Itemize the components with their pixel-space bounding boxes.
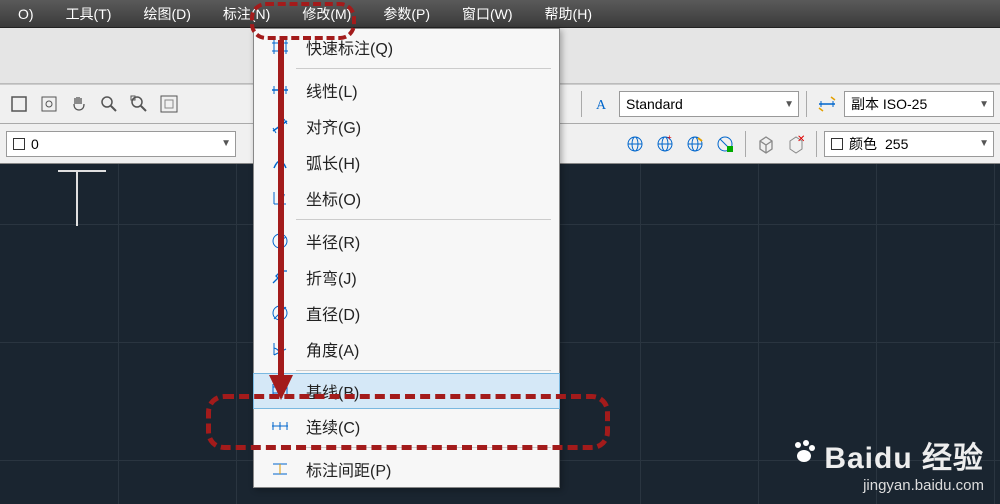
globe-icon-1[interactable] (622, 131, 648, 157)
zoom-icon[interactable] (96, 91, 122, 117)
linear-dim-icon (264, 80, 296, 100)
svg-text:A: A (596, 98, 607, 113)
arc-length-icon (264, 152, 296, 172)
menu-aligned[interactable]: 对齐(G) (254, 108, 559, 144)
menu-angular[interactable]: 角度(A) (254, 331, 559, 367)
menu-item-label: 折弯(J) (296, 265, 549, 289)
baseline-dim-icon (264, 381, 296, 401)
menu-item-label: 半径(R) (296, 229, 549, 253)
menu-continue[interactable]: 连续(C) (254, 408, 559, 444)
chevron-down-icon: ▼ (979, 138, 989, 149)
globe-icon-3[interactable] (682, 131, 708, 157)
menu-parametric[interactable]: 参数(P) (367, 0, 446, 28)
dim-space-icon (264, 459, 296, 479)
color-swatch (831, 138, 843, 150)
radius-dim-icon (264, 231, 296, 251)
chevron-down-icon: ▼ (979, 99, 989, 110)
diameter-dim-icon (264, 303, 296, 323)
menu-o-fragment[interactable]: O) (2, 2, 50, 26)
menu-item-label: 快速标注(Q) (296, 35, 549, 59)
color-value: 255 (885, 136, 908, 152)
menu-item-label: 直径(D) (296, 301, 549, 325)
tool-icon-2[interactable] (36, 91, 62, 117)
menu-item-label: 连续(C) (296, 414, 549, 438)
layer-name: 0 (31, 136, 39, 152)
menu-tools[interactable]: 工具(T) (50, 0, 128, 28)
color-dropdown[interactable]: 颜色 255 ▼ (824, 131, 994, 157)
menu-quick-dimension[interactable]: 快速标注(Q) (254, 29, 559, 65)
svg-text:xy: xy (278, 193, 286, 200)
cube-x-icon[interactable]: ✕ (783, 131, 809, 157)
menu-radius[interactable]: 半径(R) (254, 223, 559, 259)
menu-baseline[interactable]: 基线(B) (253, 373, 560, 409)
menu-item-label: 角度(A) (296, 337, 549, 361)
menu-window[interactable]: 窗口(W) (446, 0, 529, 28)
menu-item-label: 弧长(H) (296, 150, 549, 174)
drawn-dimension-mark (58, 170, 106, 226)
tool-icon-1[interactable] (6, 91, 32, 117)
jogged-dim-icon (264, 267, 296, 287)
menu-separator (296, 447, 551, 448)
continue-dim-icon (264, 416, 296, 436)
tool-icon-6[interactable] (156, 91, 182, 117)
globe-icon-2[interactable]: + (652, 131, 678, 157)
layer-dropdown[interactable]: 0 ▼ (6, 131, 236, 157)
menu-modify[interactable]: 修改(M) (286, 0, 367, 28)
menu-separator (296, 219, 551, 220)
layer-color-swatch (13, 138, 25, 150)
color-label: 颜色 (849, 134, 877, 154)
menu-jogged[interactable]: 折弯(J) (254, 259, 559, 295)
dim-style-dropdown[interactable]: 副本 ISO-25 ▼ (844, 91, 994, 117)
menu-separator (296, 370, 551, 371)
menu-dimension[interactable]: 标注(N) (207, 0, 286, 28)
angular-dim-icon (264, 339, 296, 359)
menu-diameter[interactable]: 直径(D) (254, 295, 559, 331)
text-style-icon[interactable]: A (589, 91, 615, 117)
svg-text:+: + (667, 134, 672, 142)
menu-arc-length[interactable]: 弧长(H) (254, 144, 559, 180)
zoom-extents-icon[interactable] (126, 91, 152, 117)
menu-item-label: 基线(B) (296, 379, 549, 403)
menu-item-label: 坐标(O) (296, 186, 549, 210)
menu-linear[interactable]: 线性(L) (254, 72, 559, 108)
cube-icon[interactable] (753, 131, 779, 157)
menu-item-label: 线性(L) (296, 78, 549, 102)
chevron-down-icon: ▼ (221, 138, 231, 149)
menu-item-label: 对齐(G) (296, 114, 549, 138)
menu-dim-space[interactable]: 标注间距(P) (254, 451, 559, 487)
text-style-value: Standard (626, 96, 683, 112)
menu-item-label: 标注间距(P) (296, 457, 549, 481)
dimension-dropdown-menu: 快速标注(Q) 线性(L) 对齐(G) 弧长(H) xy 坐标(O) 半径(R)… (253, 28, 560, 488)
pan-icon[interactable] (66, 91, 92, 117)
menu-draw[interactable]: 绘图(D) (127, 0, 206, 28)
aligned-dim-icon (264, 116, 296, 136)
dim-style-value: 副本 ISO-25 (851, 94, 927, 114)
svg-text:✕: ✕ (797, 134, 805, 145)
menu-help[interactable]: 帮助(H) (529, 0, 608, 28)
chevron-down-icon: ▼ (784, 99, 794, 110)
menubar: O) 工具(T) 绘图(D) 标注(N) 修改(M) 参数(P) 窗口(W) 帮… (0, 0, 1000, 28)
ordinate-dim-icon: xy (264, 188, 296, 208)
menu-separator (296, 68, 551, 69)
quick-dim-icon (264, 37, 296, 57)
text-style-dropdown[interactable]: Standard ▼ (619, 91, 799, 117)
dim-style-icon[interactable] (814, 91, 840, 117)
menu-ordinate[interactable]: xy 坐标(O) (254, 180, 559, 216)
globe-icon-4[interactable] (712, 131, 738, 157)
